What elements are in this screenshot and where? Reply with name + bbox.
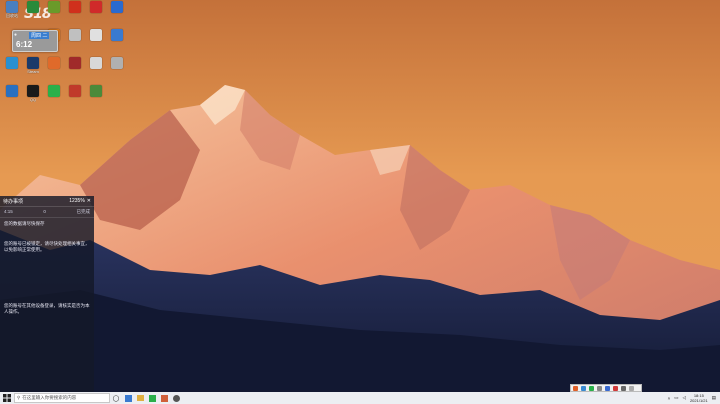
desktop-icon-label: Steam: [27, 69, 39, 74]
taskbar-app-button[interactable]: [134, 392, 146, 404]
panel-body: 您的数据请尽快保存 您的账号已被锁定，请尽快处理相关事宜，以免影响正常使用。 您…: [0, 218, 94, 332]
desktop-icon-app[interactable]: [107, 0, 127, 20]
app-icon: [69, 57, 81, 69]
panel-stats: 4:15 0 已完成: [0, 207, 94, 218]
taskbar-app-button[interactable]: [146, 392, 158, 404]
app-icon: [48, 1, 60, 13]
desktop-icon-grid: 回收站 Steam QQ: [2, 0, 132, 110]
desktop-icon-app[interactable]: [65, 28, 85, 48]
app-icon: [172, 394, 180, 402]
side-panel: 待办事项 1235% ✕ 4:15 0 已完成 您的数据请尽快保存 您的账号已被…: [0, 196, 94, 392]
app-icon[interactable]: [613, 385, 618, 391]
panel-header-value: 1235%: [69, 198, 85, 204]
desktop-icon-app[interactable]: [2, 84, 22, 104]
taskbar-search-input[interactable]: ⚲ 在这里输入你要搜索的内容: [14, 393, 110, 403]
desktop-icon-wechat[interactable]: [44, 84, 64, 104]
task-view-button[interactable]: ◯: [110, 392, 122, 404]
windows-icon: [3, 394, 11, 402]
app-icon: [6, 57, 18, 69]
desktop-icon-app[interactable]: [86, 0, 106, 20]
recycle-bin-icon: [6, 1, 18, 13]
clock-widget[interactable]: ● 周四 二 6:12: [12, 30, 58, 52]
app-icon: [27, 1, 39, 13]
task-view-icon: ◯: [112, 395, 120, 402]
stat-item: 已完成: [76, 209, 91, 214]
note-text: 您的数据请尽快保存: [4, 221, 45, 226]
network-icon[interactable]: ▭: [674, 395, 678, 401]
panel-header-controls[interactable]: 1235% ✕: [69, 198, 91, 204]
floating-toolbar[interactable]: [570, 384, 642, 392]
desktop-icon-app[interactable]: [86, 84, 106, 104]
steam-icon: [27, 57, 39, 69]
app-icon: [69, 29, 81, 41]
app-icon: [69, 85, 81, 97]
close-icon[interactable]: ✕: [87, 198, 91, 204]
desktop-icon-app[interactable]: [86, 56, 106, 76]
widget-date: 周四 二: [29, 32, 50, 39]
system-tray: ˄ ▭ ◁ 18:15 2021/1/21 ▤: [668, 392, 720, 404]
desktop-icon-app[interactable]: [2, 56, 22, 76]
desktop-icon-app[interactable]: [65, 0, 85, 20]
app-icon: [148, 394, 156, 402]
app-icon[interactable]: [621, 385, 626, 391]
taskbar-app-button[interactable]: [158, 392, 170, 404]
desktop-icon-recycle-bin[interactable]: 回收站: [2, 0, 22, 20]
taskbar-clock[interactable]: 18:15 2021/1/21: [690, 393, 708, 403]
app-icon: [6, 85, 18, 97]
search-icon: ⚲: [17, 395, 21, 400]
desktop-icon-app[interactable]: [86, 28, 106, 48]
desktop-icon-steam[interactable]: Steam: [23, 56, 43, 76]
app-icon[interactable]: [581, 385, 586, 391]
search-placeholder: 在这里输入你要搜索的内容: [22, 395, 77, 400]
app-icon: [90, 1, 102, 13]
widget-time: 6:12: [16, 40, 33, 49]
app-icon[interactable]: [597, 385, 602, 391]
app-icon[interactable]: [589, 385, 594, 391]
panel-header: 待办事项 1235% ✕: [0, 196, 94, 207]
notification-icon[interactable]: ▤: [712, 395, 716, 401]
qq-icon: [27, 85, 39, 97]
wechat-icon: [48, 85, 60, 97]
taskbar: ⚲ 在这里输入你要搜索的内容 ◯ ˄ ▭ ◁ 18:15 2021/1/21 ▤: [0, 392, 720, 404]
app-icon: [111, 57, 123, 69]
app-icon: [69, 1, 81, 13]
note-text: 您的账号已被锁定，请尽快处理相关事宜，以免影响正常使用。: [4, 241, 90, 252]
desktop-icon-app[interactable]: [107, 56, 127, 76]
taskbar-app-button[interactable]: [170, 392, 182, 404]
volume-icon[interactable]: ◁: [682, 395, 685, 401]
desktop-icon-qq[interactable]: QQ: [23, 84, 43, 104]
taskbar-app-button[interactable]: [122, 392, 134, 404]
app-icon: [48, 57, 60, 69]
desktop-icon-app[interactable]: [23, 0, 43, 20]
desktop-icon-app[interactable]: [107, 28, 127, 48]
app-icon: [90, 29, 102, 41]
app-icon: [90, 85, 102, 97]
desktop-icon-label: QQ: [29, 97, 37, 102]
app-icon: [124, 394, 132, 402]
panel-title: 待办事项: [3, 198, 24, 205]
desktop-icon-app[interactable]: [44, 56, 64, 76]
stat-item: 0: [43, 209, 46, 214]
app-icon: [160, 394, 168, 402]
chevron-up-icon[interactable]: ˄: [668, 396, 671, 401]
stat-item: 4:15: [4, 209, 13, 214]
app-icon: [90, 57, 102, 69]
desktop-icon-app[interactable]: [65, 56, 85, 76]
desktop-icon-app[interactable]: [65, 84, 85, 104]
start-button[interactable]: [0, 392, 14, 404]
folder-icon: [136, 395, 144, 401]
app-icon[interactable]: [573, 385, 578, 391]
app-icon[interactable]: [629, 385, 634, 391]
clock-date: 2021/1/21: [689, 398, 708, 403]
desktop-icon-label: 回收站: [6, 13, 18, 18]
note-text: 您的账号在其他设备登录，请核实是否为本人操作。: [4, 303, 90, 314]
widget-badge: ●: [14, 32, 18, 38]
app-icon: [111, 1, 123, 13]
desktop-icon-app[interactable]: [44, 0, 64, 20]
app-icon[interactable]: [605, 385, 610, 391]
app-icon: [111, 29, 123, 41]
